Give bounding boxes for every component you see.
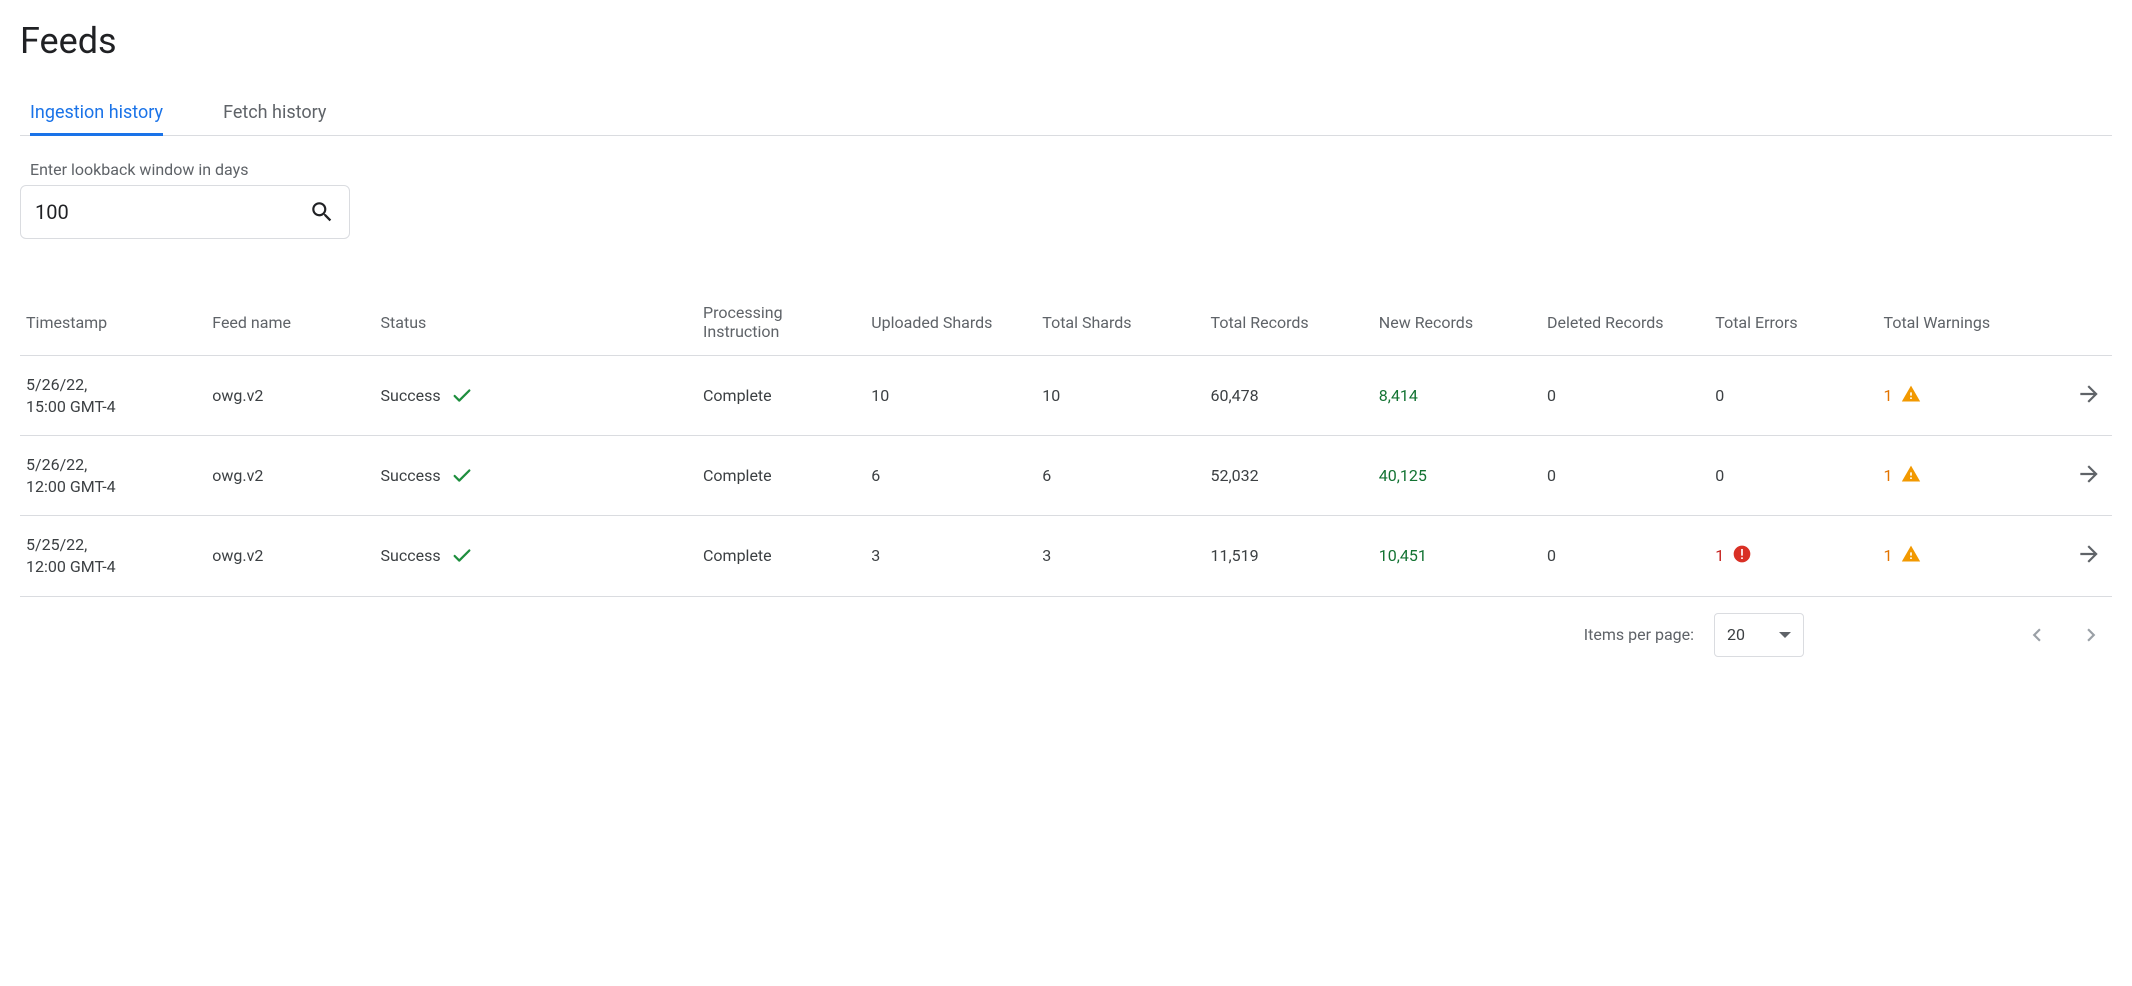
uploaded-shards: 6 [861,436,1032,516]
timestamp: 5/26/22,12:00 GMT-4 [26,454,192,497]
processing-instruction: Complete [693,356,861,436]
deleted-records: 0 [1537,516,1705,596]
prev-page-button[interactable] [2024,622,2050,648]
th-feed-name: Feed name [202,289,370,356]
tab-ingestion-history[interactable]: Ingestion history [30,90,163,135]
filter-section: Enter lookback window in days [20,160,2112,239]
th-total-shards: Total Shards [1032,289,1200,356]
th-status: Status [371,289,693,356]
th-actions [2028,289,2112,356]
th-deleted-records: Deleted Records [1537,289,1705,356]
total-shards: 6 [1032,436,1200,516]
check-icon [451,465,473,487]
items-per-page-label: Items per page: [1584,625,1694,644]
feed-name: owg.v2 [202,356,370,436]
table-row: 5/26/22,15:00 GMT-4owg.v2 Success Complete… [20,356,2112,436]
feed-name: owg.v2 [202,516,370,596]
new-records: 8,414 [1379,386,1418,405]
total-shards: 10 [1032,356,1200,436]
check-icon [451,385,473,407]
total-records: 60,478 [1201,356,1369,436]
warning-count: 1 [1884,386,1893,405]
items-per-page-value: 20 [1727,625,1745,644]
error-icon [1732,544,1752,568]
row-detail-arrow[interactable] [2076,541,2102,567]
error-count: 1 [1715,546,1724,565]
total-records: 52,032 [1201,436,1369,516]
page-title: Feeds [20,20,2112,62]
uploaded-shards: 3 [861,516,1032,596]
table-row: 5/25/22,12:00 GMT-4owg.v2 Success Complete… [20,516,2112,596]
paginator: Items per page: 20 [20,597,2112,673]
timestamp: 5/25/22,12:00 GMT-4 [26,534,192,577]
th-total-records: Total Records [1201,289,1369,356]
timestamp: 5/26/22,15:00 GMT-4 [26,374,192,417]
warning-count: 1 [1884,466,1893,485]
th-total-warnings: Total Warnings [1874,289,2028,356]
lookback-input[interactable] [35,200,309,224]
deleted-records: 0 [1537,436,1705,516]
deleted-records: 0 [1537,356,1705,436]
tab-fetch-history[interactable]: Fetch history [223,90,326,135]
total-shards: 3 [1032,516,1200,596]
lookback-label: Enter lookback window in days [20,160,2112,179]
th-new-records: New Records [1369,289,1537,356]
check-icon [451,545,473,567]
th-processing: Processing Instruction [693,289,861,356]
th-timestamp: Timestamp [20,289,202,356]
search-icon[interactable] [309,199,335,225]
row-detail-arrow[interactable] [2076,461,2102,487]
status-text: Success [381,466,441,485]
processing-instruction: Complete [693,436,861,516]
status-text: Success [381,546,441,565]
warning-icon [1901,544,1921,568]
next-page-button[interactable] [2078,622,2104,648]
total-records: 11,519 [1201,516,1369,596]
new-records: 10,451 [1379,546,1427,565]
processing-instruction: Complete [693,516,861,596]
pager-arrows [2024,622,2104,648]
new-records: 40,125 [1379,466,1427,485]
ingestion-table: Timestamp Feed name Status Processing In… [20,289,2112,597]
warning-count: 1 [1884,546,1893,565]
table-row: 5/26/22,12:00 GMT-4owg.v2 Success Complete… [20,436,2112,516]
th-uploaded-shards: Uploaded Shards [861,289,1032,356]
chevron-down-icon [1779,632,1791,638]
error-count: 0 [1715,386,1724,405]
status-text: Success [381,386,441,405]
warning-icon [1901,384,1921,408]
th-total-errors: Total Errors [1705,289,1873,356]
row-detail-arrow[interactable] [2076,381,2102,407]
error-count: 0 [1715,466,1724,485]
uploaded-shards: 10 [861,356,1032,436]
lookback-input-wrap[interactable] [20,185,350,239]
warning-icon [1901,464,1921,488]
feed-name: owg.v2 [202,436,370,516]
tabs: Ingestion history Fetch history [20,90,2112,136]
items-per-page-select[interactable]: 20 [1714,613,1804,657]
